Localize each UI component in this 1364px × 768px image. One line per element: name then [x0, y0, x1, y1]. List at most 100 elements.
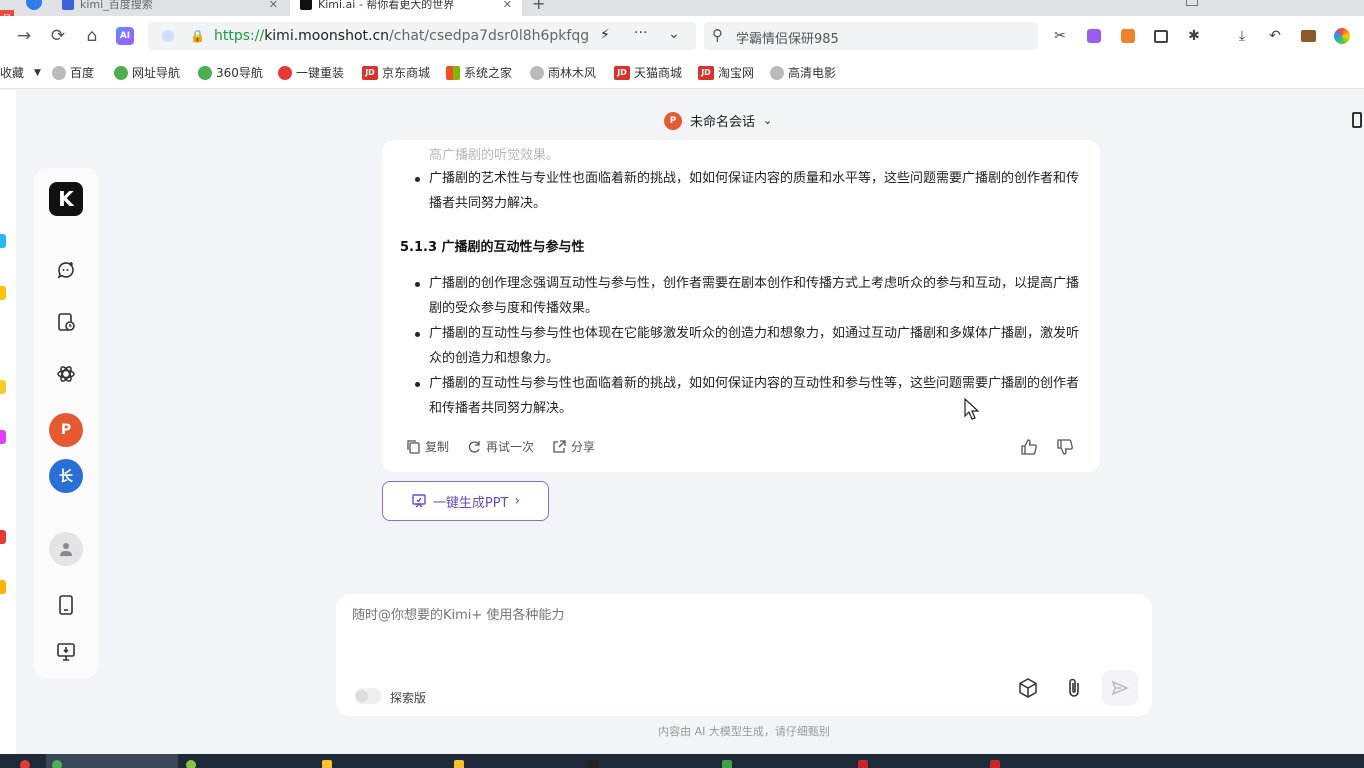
mouse-cursor-icon	[964, 398, 980, 420]
explore-toggle[interactable]	[354, 688, 382, 704]
kimi-sidebar: K P 长	[34, 168, 98, 678]
send-icon	[1111, 680, 1129, 696]
undo-icon[interactable]: ↶	[1265, 26, 1285, 46]
conversation-title[interactable]: P 未命名会话 ⌄	[664, 111, 772, 130]
thumbs-down-icon[interactable]	[1056, 438, 1074, 460]
tab-title: Kimi.ai - 帮你看更大的世界	[318, 0, 455, 11]
extension-fox-icon[interactable]	[1118, 26, 1138, 46]
avatar[interactable]	[49, 532, 83, 566]
thumbs-up-icon[interactable]	[1020, 438, 1038, 460]
globe-icon	[52, 65, 66, 80]
chevron-down-icon: ⌄	[763, 114, 773, 127]
search-icon: ⚲	[712, 26, 723, 44]
list-item: 广播剧的创作理念强调互动性与参与性，创作者需要在剧本创作和传播方式上考虑听众的参…	[415, 271, 1079, 321]
taskbar-app[interactable]	[858, 760, 868, 768]
forward-icon[interactable]: →	[12, 24, 36, 48]
browser-tab-strip: kimi_百度搜索 ✕ Kimi.ai - 帮你看更大的世界 ✕ +	[0, 0, 1364, 16]
generate-ppt-button[interactable]: 一键生成PPT ›	[382, 481, 549, 521]
bookmark-baidu[interactable]: 百度	[52, 64, 94, 81]
globe-icon	[770, 65, 784, 80]
globe-icon	[530, 65, 544, 80]
briefcase-icon[interactable]	[1298, 26, 1318, 46]
tab-kimi[interactable]: Kimi.ai - 帮你看更大的世界 ✕	[290, 0, 522, 16]
windows-icon	[446, 65, 460, 80]
new-tab-icon[interactable]: +	[532, 0, 545, 13]
puzzle-icon[interactable]: ✱	[1184, 26, 1204, 46]
kimi-logo[interactable]: K	[49, 182, 83, 216]
ppt-icon: P	[664, 111, 682, 130]
jd-icon: JD	[614, 65, 630, 80]
list-item: 广播剧的互动性与参与性也面临着新的挑战，如如何保证内容的互动性和参与性等，这些问…	[415, 371, 1079, 421]
bookmark-tmall[interactable]: JD 天猫商城	[614, 64, 682, 81]
share-button[interactable]: 分享	[552, 438, 595, 455]
taskbar-app[interactable]	[588, 760, 598, 768]
sidebar-toggle-icon[interactable]	[1151, 26, 1171, 46]
jd-icon: JD	[362, 65, 378, 80]
mobile-app-icon[interactable]	[53, 592, 79, 618]
search-box[interactable]: ⚲ 学霸情侣保研985	[704, 22, 1038, 50]
bookmark-movies[interactable]: 高清电影	[770, 64, 836, 81]
bookmarks-bar: 收藏 ▼ 百度 网址导航 360导航 一键重装 JD 京东商城 系统之家 雨林木风 …	[0, 56, 1364, 89]
close-icon[interactable]: ✕	[503, 0, 512, 11]
tab-baidu-search[interactable]: kimi_百度搜索 ✕	[52, 0, 288, 16]
search-text: 学霸情侣保研985	[736, 32, 839, 47]
url-text: https://kimi.moonshot.cn/chat/csedpa7dsr…	[214, 28, 590, 44]
lightning-icon[interactable]: ⚡	[600, 27, 610, 43]
taskbar-browser[interactable]	[52, 760, 62, 768]
bookmark-favorites[interactable]: 收藏 ▼	[0, 64, 41, 81]
restore-window-icon[interactable]	[1186, 0, 1198, 6]
retry-button[interactable]: 再试一次	[467, 438, 534, 455]
extension-purple-icon[interactable]	[1084, 26, 1104, 46]
start-icon[interactable]	[20, 760, 30, 768]
bookmark-nav[interactable]: 网址导航	[114, 64, 180, 81]
bookmark-jd[interactable]: JD 京东商城	[362, 64, 430, 81]
site-info-icon[interactable]	[162, 30, 174, 42]
chat-input-box: 探索版	[336, 594, 1152, 716]
list-item: 广播剧的互动性与参与性也体现在它能够激发听众的创造力和想象力，如通过互动广播剧和…	[415, 321, 1079, 371]
new-chat-icon[interactable]	[53, 257, 79, 283]
more-icon[interactable]: ···	[634, 25, 647, 41]
phone-icon[interactable]	[1352, 112, 1362, 128]
long-text-app-icon[interactable]: 长	[49, 459, 83, 493]
bookmark-reinstall[interactable]: 一键重装	[278, 64, 344, 81]
attachment-icon[interactable]	[1062, 676, 1086, 700]
lock-icon: 🔒	[190, 29, 205, 43]
chevron-right-icon: ›	[514, 493, 521, 509]
taskbar-app[interactable]	[186, 760, 196, 768]
bookmark-taobao[interactable]: JD 淘宝网	[698, 64, 754, 81]
taskbar-folder[interactable]	[322, 760, 332, 768]
close-icon[interactable]: ✕	[269, 0, 278, 11]
tomato-icon	[278, 65, 292, 80]
ai-assistant-icon[interactable]: AI	[113, 24, 137, 48]
profile-color-icon[interactable]	[1332, 26, 1352, 46]
chat-input[interactable]	[352, 608, 952, 623]
chevron-down-icon[interactable]: ⌄	[668, 26, 680, 42]
taskbar-folder[interactable]	[454, 760, 464, 768]
send-button[interactable]	[1102, 670, 1138, 706]
bookmark-yulin[interactable]: 雨林木风	[530, 64, 596, 81]
taskbar-app[interactable]	[990, 760, 1000, 768]
ai-disclaimer: 内容由 AI 大模型生成，请仔细甄别	[658, 725, 830, 738]
answer-faded-line: 高广播剧的听觉效果。	[429, 148, 560, 163]
copy-button[interactable]: 复制	[406, 438, 449, 455]
home-icon[interactable]: ⌂	[80, 24, 104, 48]
history-icon[interactable]	[53, 309, 79, 335]
address-toolbar: → ⟳ ⌂ AI 🔒 https://kimi.moonshot.cn/chat…	[0, 16, 1364, 56]
scissors-icon[interactable]: ✂	[1050, 26, 1070, 46]
reload-icon[interactable]: ⟳	[46, 24, 70, 48]
baidu-paw-icon	[62, 0, 74, 10]
conversation-title-text: 未命名会话	[690, 115, 756, 130]
chevron-down-icon: ▼	[34, 67, 41, 78]
download-icon[interactable]: ⤓	[1232, 26, 1252, 46]
cube-icon[interactable]	[1016, 676, 1040, 700]
share-icon	[553, 440, 566, 453]
bookmark-360[interactable]: 360导航	[198, 64, 263, 81]
copy-icon	[407, 440, 420, 454]
url-bar[interactable]: 🔒 https://kimi.moonshot.cn/chat/csedpa7d…	[148, 22, 696, 50]
os-taskbar	[0, 754, 1364, 768]
ppt-app-icon[interactable]: P	[49, 413, 83, 447]
kimi-plus-icon[interactable]	[53, 361, 79, 387]
desktop-download-icon[interactable]	[53, 639, 79, 665]
bookmark-xitong[interactable]: 系统之家	[446, 64, 512, 81]
taskbar-app[interactable]	[722, 760, 732, 768]
